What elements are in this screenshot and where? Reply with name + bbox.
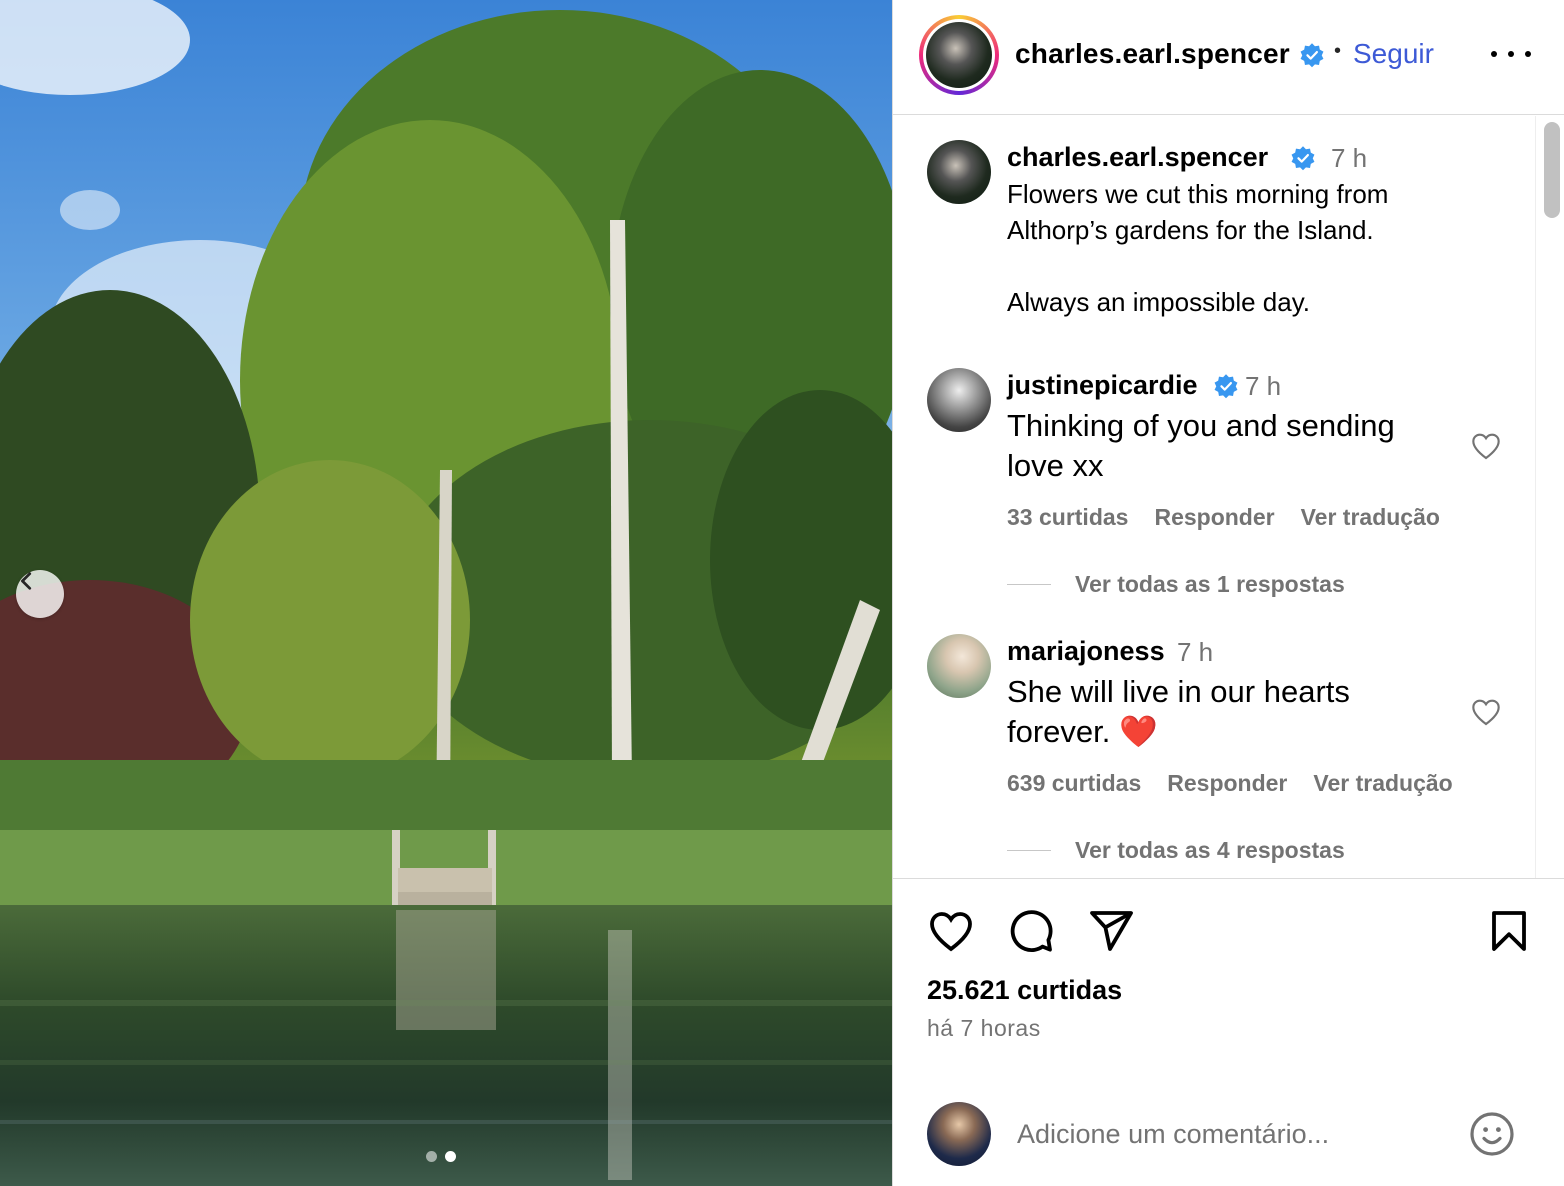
comment-text: Thinking of you and sending love xx bbox=[1007, 408, 1395, 483]
translate-button[interactable]: Ver tradução bbox=[1313, 770, 1452, 797]
comment-input[interactable] bbox=[1017, 1110, 1457, 1158]
comment-heart-icon[interactable] bbox=[1469, 696, 1503, 728]
photo-scene bbox=[0, 0, 892, 1186]
reply-button[interactable]: Responder bbox=[1167, 770, 1287, 797]
carousel-indicator bbox=[426, 1151, 456, 1162]
separator-dot: • bbox=[1334, 40, 1342, 62]
verified-icon bbox=[1299, 42, 1325, 68]
post-header: charles.earl.spencer • Seguir bbox=[893, 0, 1564, 115]
comment-meta: 33 curtidas Responder Ver tradução bbox=[1007, 504, 1440, 531]
post-panel: charles.earl.spencer • Seguir charles.ea… bbox=[892, 0, 1564, 1186]
comment-likes[interactable]: 33 curtidas bbox=[1007, 504, 1128, 531]
carousel-dot-active bbox=[445, 1151, 456, 1162]
caption-avatar[interactable] bbox=[927, 140, 991, 204]
comment-time: 7 h bbox=[1245, 371, 1282, 401]
comment-username[interactable]: mariajoness bbox=[1007, 636, 1165, 667]
carousel-dot bbox=[426, 1151, 437, 1162]
comment-meta: 639 curtidas Responder Ver tradução bbox=[1007, 770, 1453, 797]
comment-username[interactable]: justinepicardie bbox=[1007, 370, 1198, 401]
comment-heart-icon[interactable] bbox=[1469, 430, 1503, 462]
chevron-left-icon bbox=[21, 572, 32, 590]
heart-icon[interactable] bbox=[927, 907, 975, 955]
post-time: há 7 horas bbox=[927, 1015, 1041, 1041]
caption-time: 7 h bbox=[1331, 143, 1368, 173]
carousel-prev-button[interactable] bbox=[16, 570, 64, 618]
post-photo[interactable] bbox=[0, 0, 892, 1186]
follow-button[interactable]: Seguir bbox=[1353, 38, 1434, 70]
translate-button[interactable]: Ver tradução bbox=[1301, 504, 1440, 531]
reply-button[interactable]: Responder bbox=[1154, 504, 1274, 531]
more-options-icon[interactable] bbox=[1491, 42, 1531, 66]
likes-count[interactable]: 25.621 curtidas bbox=[927, 975, 1122, 1006]
current-user-avatar bbox=[927, 1102, 991, 1166]
scrollbar-thumb[interactable] bbox=[1544, 122, 1560, 218]
comment-likes[interactable]: 639 curtidas bbox=[1007, 770, 1141, 797]
author-avatar[interactable] bbox=[926, 22, 992, 88]
comment-icon[interactable] bbox=[1007, 907, 1055, 955]
view-replies-button[interactable]: Ver todas as 1 respostas bbox=[1007, 571, 1345, 598]
verified-icon bbox=[1290, 145, 1316, 171]
comment-avatar[interactable] bbox=[927, 634, 991, 698]
verified-icon bbox=[1213, 373, 1239, 399]
story-ring[interactable] bbox=[919, 15, 999, 95]
comments-list[interactable]: charles.earl.spencer 7 h Flowers we cut … bbox=[893, 116, 1535, 878]
bookmark-icon[interactable] bbox=[1485, 907, 1533, 955]
caption-username[interactable]: charles.earl.spencer bbox=[1007, 142, 1268, 173]
author-username[interactable]: charles.earl.spencer bbox=[1015, 38, 1290, 70]
comment-time: 7 h bbox=[1177, 637, 1214, 667]
comment-avatar[interactable] bbox=[927, 368, 991, 432]
comment-composer bbox=[893, 1080, 1564, 1186]
emoji-icon[interactable] bbox=[1468, 1110, 1516, 1158]
post-actions: 25.621 curtidas há 7 horas bbox=[893, 878, 1564, 1078]
comment-text: She will live in our hearts forever. ❤️ bbox=[1007, 674, 1350, 749]
share-icon[interactable] bbox=[1087, 907, 1135, 955]
view-replies-button[interactable]: Ver todas as 4 respostas bbox=[1007, 837, 1345, 864]
caption-text: Flowers we cut this morning from Althorp… bbox=[1007, 179, 1389, 317]
comments-scrollbar[interactable] bbox=[1535, 116, 1564, 878]
